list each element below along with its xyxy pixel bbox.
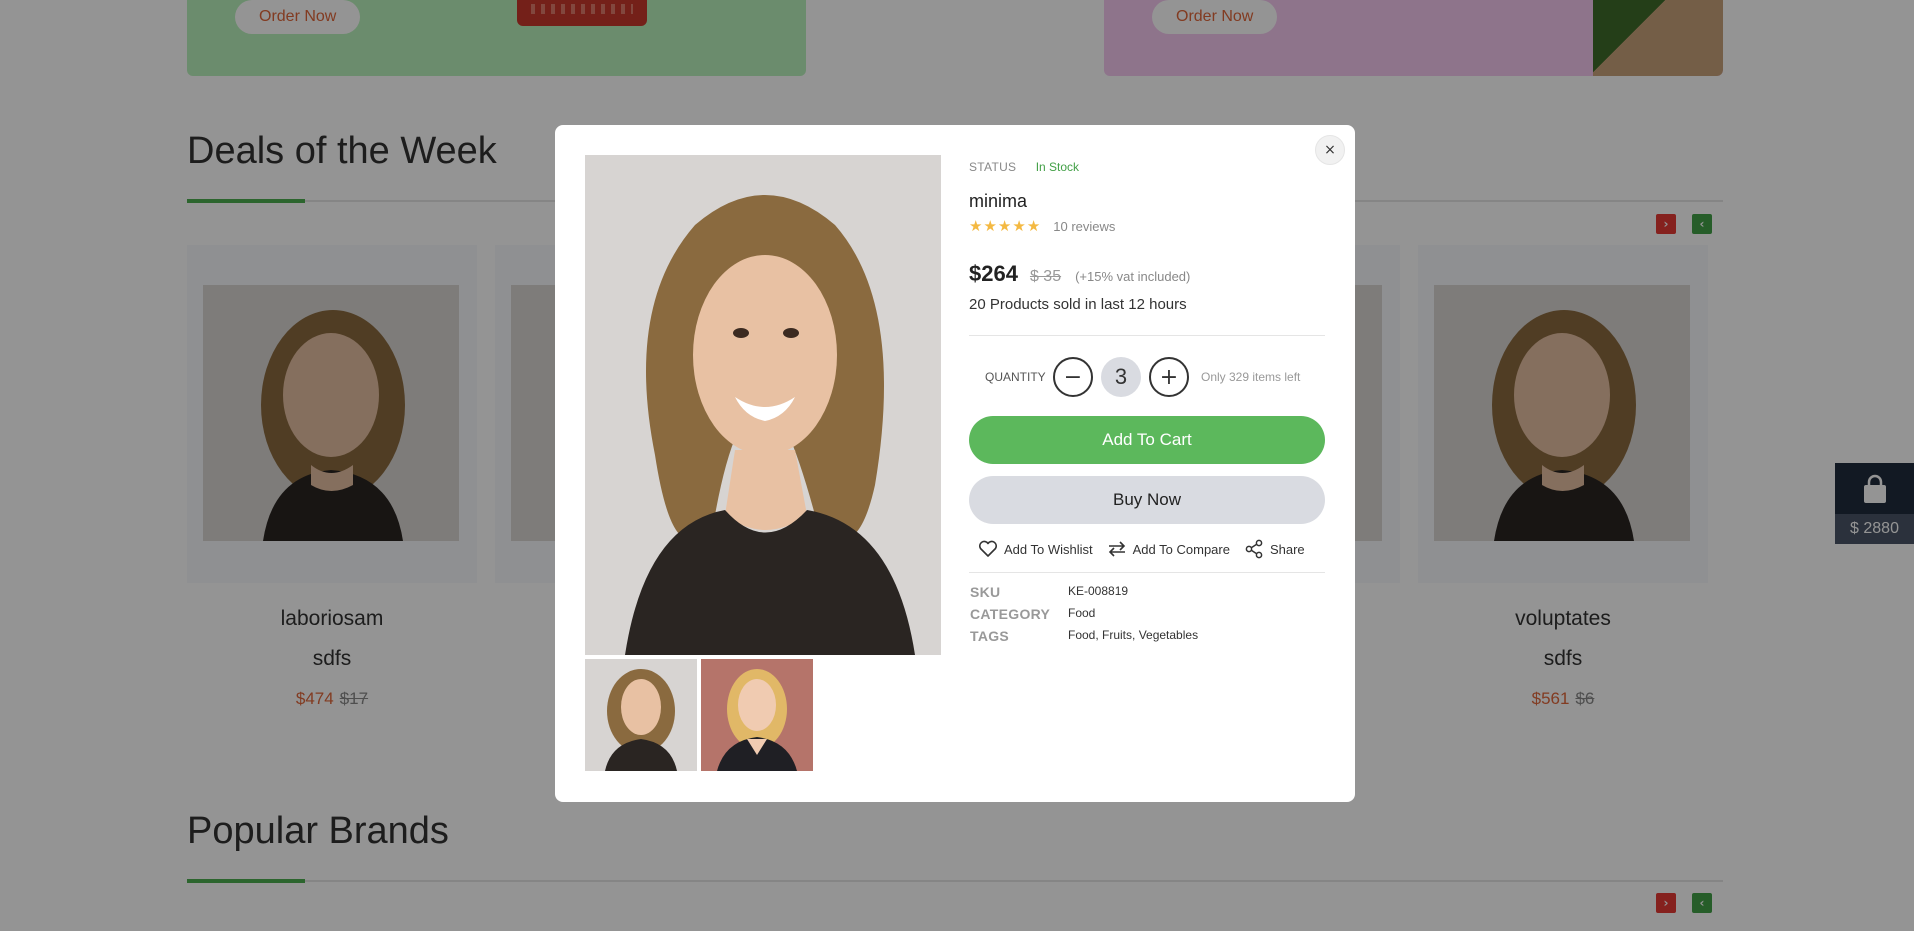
sold-count: 20 Products sold in last 12 hours	[969, 296, 1187, 313]
add-to-wishlist-link[interactable]: Add To Wishlist	[978, 540, 1093, 558]
divider	[969, 335, 1325, 336]
buy-now-button[interactable]: Buy Now	[969, 476, 1325, 524]
product-title: minima	[969, 191, 1028, 211]
tags-label: TAGS	[970, 628, 1010, 644]
product-thumbnail[interactable]	[701, 659, 813, 771]
vat-note: (+15% vat included)	[1075, 269, 1191, 284]
status-value: In Stock	[1035, 160, 1080, 174]
quantity-label: QUANTITY	[985, 370, 1046, 384]
share-icon	[1245, 539, 1263, 559]
divider	[969, 572, 1325, 573]
star-icon: ★	[969, 218, 983, 235]
star-icon: ★	[997, 218, 1012, 235]
wishlist-label: Add To Wishlist	[1004, 541, 1093, 557]
reviews-count[interactable]: 10 reviews	[1053, 219, 1115, 234]
price: $264 $ 35 (+15% vat included)	[969, 261, 1190, 287]
share-label: Share	[1269, 541, 1305, 557]
tags-value[interactable]: Food, Fruits, Vegetables	[1068, 628, 1198, 642]
product-thumbnail[interactable]	[585, 659, 697, 771]
price-old: $ 35	[1029, 268, 1062, 285]
quick-view-modal: × STATUS In Stock minima ★ ★ ★ ★ ★ 10 re…	[555, 125, 1355, 802]
category-value[interactable]: Food	[1068, 606, 1095, 620]
share-link[interactable]: Share	[1244, 539, 1305, 559]
sku-value: KE-008819	[1068, 584, 1129, 598]
sku-label: SKU	[970, 584, 1001, 600]
secondary-actions: Add To Wishlist Add To Compare Share	[969, 537, 1325, 561]
quantity-stepper: QUANTITY − 3 + Only 329 items left	[969, 357, 1325, 397]
star-icon: ★	[1012, 218, 1026, 235]
compare-label: Add To Compare	[1132, 541, 1230, 557]
heart-icon	[978, 540, 998, 557]
plus-icon[interactable]: +	[1149, 357, 1189, 397]
add-to-compare-link[interactable]: Add To Compare	[1107, 540, 1230, 558]
quantity-value[interactable]: 3	[1101, 357, 1141, 397]
stock-status: STATUS In Stock	[969, 160, 1079, 174]
items-left: Only 329 items left	[1201, 370, 1301, 384]
price-current: $264	[969, 261, 1018, 286]
product-main-image	[585, 155, 941, 655]
status-label: STATUS	[969, 160, 1017, 174]
add-to-cart-button[interactable]: Add To Cart	[969, 416, 1325, 464]
close-icon[interactable]: ×	[1315, 135, 1345, 165]
category-label: CATEGORY	[970, 606, 1051, 622]
minus-icon[interactable]: −	[1053, 357, 1093, 397]
star-icon: ★	[983, 218, 997, 235]
compare-icon	[1108, 541, 1125, 557]
star-icon: ★	[1026, 218, 1041, 235]
rating: ★ ★ ★ ★ ★ 10 reviews	[969, 217, 1115, 235]
